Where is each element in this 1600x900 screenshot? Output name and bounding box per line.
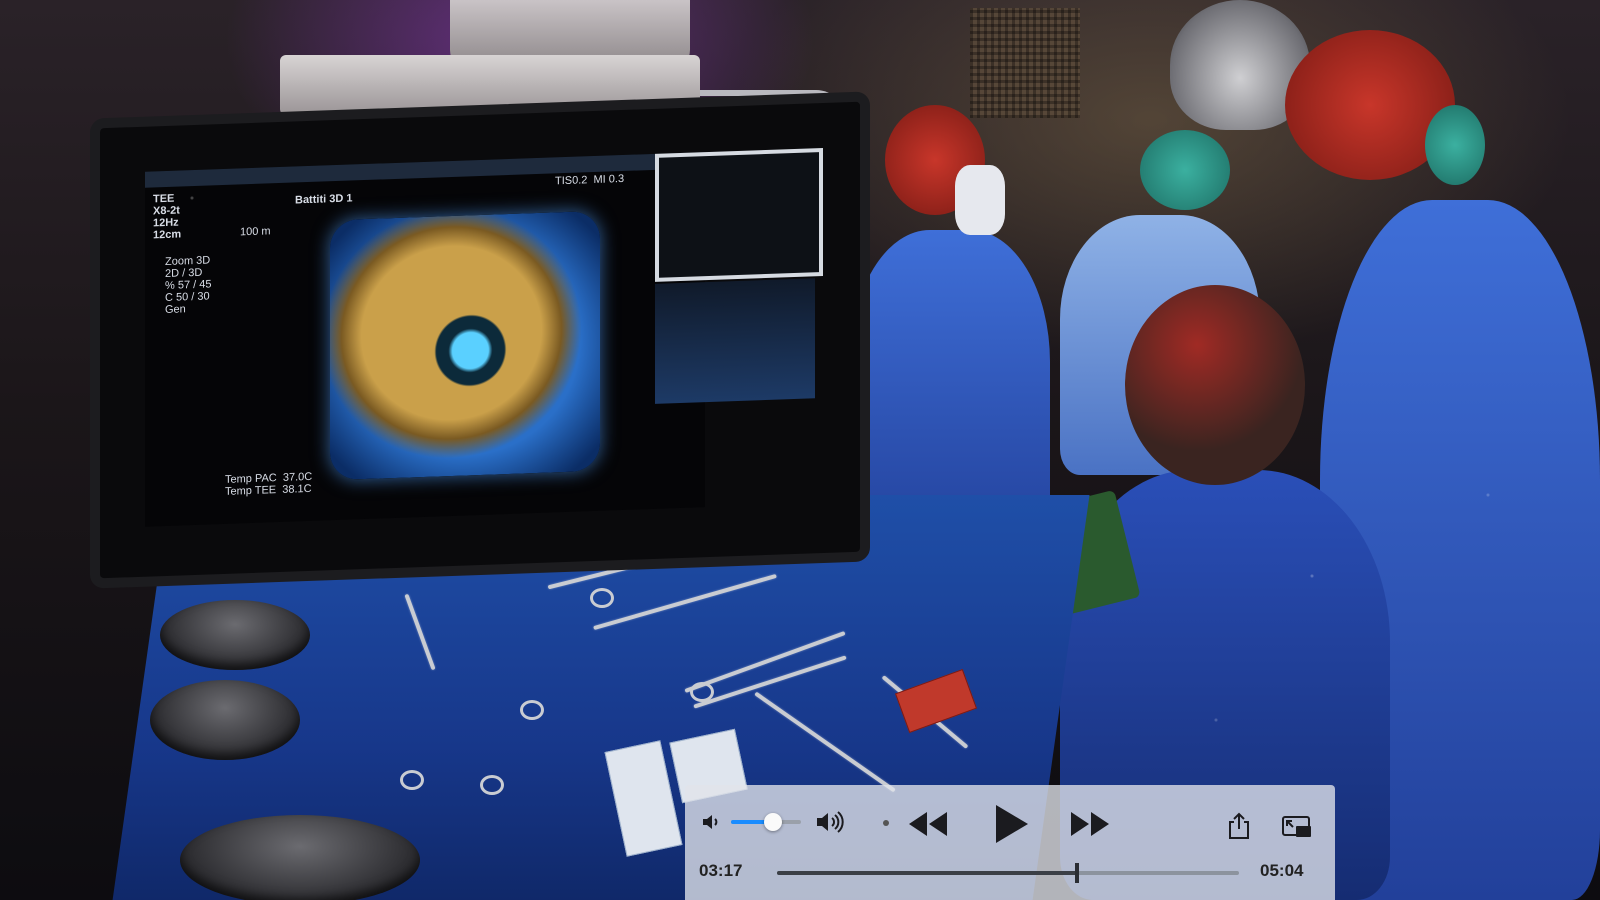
clamp-ring bbox=[400, 770, 424, 790]
progress-played bbox=[777, 871, 1078, 875]
clamp-ring bbox=[480, 775, 504, 795]
steel-bowl bbox=[150, 680, 300, 760]
assistant-head bbox=[1140, 130, 1230, 210]
surgeon-far-head bbox=[1425, 105, 1485, 185]
speaker-low-icon[interactable] bbox=[699, 809, 725, 835]
zoom-settings: Zoom 3D 2D / 3D % 57 / 45 C 50 / 30 Gen bbox=[165, 254, 212, 317]
play-icon[interactable] bbox=[987, 801, 1033, 847]
progress-scrubber[interactable] bbox=[777, 863, 1239, 883]
volume-slider[interactable] bbox=[731, 813, 801, 831]
airplay-indicator-icon bbox=[881, 818, 891, 828]
clamp-ring bbox=[690, 682, 714, 702]
monitor-screen: TEE X8-2t 12Hz 12cm Battiti 3D 1 100 m Z… bbox=[145, 148, 823, 527]
ecg-panel bbox=[655, 148, 823, 282]
steel-bowl bbox=[160, 600, 310, 670]
surgical-mask bbox=[955, 165, 1005, 235]
video-player-controls: 03:17 05:04 bbox=[685, 785, 1335, 900]
clamp-ring bbox=[590, 588, 614, 608]
share-icon[interactable] bbox=[1225, 811, 1253, 841]
image-title: Battiti 3D 1 bbox=[295, 192, 353, 207]
temperature-readout: Temp PAC 37.0C Temp TEE 38.1C bbox=[225, 470, 313, 498]
rewind-icon[interactable] bbox=[905, 807, 951, 841]
picture-in-picture-icon[interactable] bbox=[1281, 813, 1313, 841]
ceiling-vent bbox=[970, 8, 1080, 118]
fast-forward-icon[interactable] bbox=[1067, 807, 1113, 841]
scale-label: 100 m bbox=[240, 225, 271, 239]
tis-mi-readout: TIS0.2 MI 0.3 bbox=[555, 172, 625, 188]
steel-bowl bbox=[180, 815, 420, 900]
echo-monitor: TEE X8-2t 12Hz 12cm Battiti 3D 1 100 m Z… bbox=[90, 91, 870, 589]
total-duration: 05:04 bbox=[1260, 861, 1304, 880]
clamp-ring bbox=[520, 700, 544, 720]
video-frame: TEE X8-2t 12Hz 12cm Battiti 3D 1 100 m Z… bbox=[0, 0, 1600, 900]
current-time: 03:17 bbox=[699, 861, 743, 880]
speaker-high-icon[interactable] bbox=[813, 807, 849, 837]
volume-knob[interactable] bbox=[764, 813, 782, 831]
3d-echo-image bbox=[330, 210, 600, 481]
secondary-image-panel bbox=[655, 278, 815, 404]
seated-surgeon-head bbox=[1125, 285, 1305, 485]
probe-settings: TEE X8-2t 12Hz 12cm bbox=[153, 192, 182, 242]
playhead[interactable] bbox=[1075, 863, 1080, 883]
